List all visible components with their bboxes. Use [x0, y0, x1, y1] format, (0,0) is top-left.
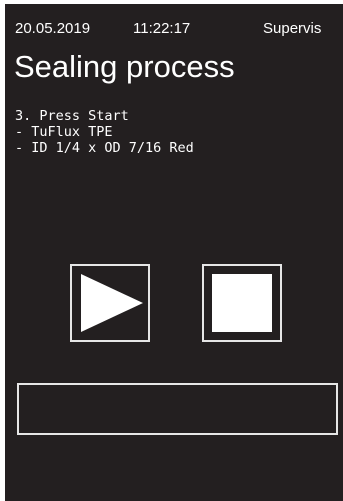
instruction-tubing-type: - TuFlux TPE — [15, 124, 113, 140]
play-icon — [81, 274, 143, 332]
status-date: 20.05.2019 — [15, 20, 91, 37]
instruction-list: 3. Press Start - TuFlux TPE - ID 1/4 x O… — [15, 108, 194, 156]
start-button[interactable] — [70, 264, 150, 342]
stop-icon — [212, 274, 272, 332]
display-screen: 20.05.2019 11:22:17 Supervis Sealing pro… — [5, 4, 343, 501]
progress-bar — [17, 383, 338, 435]
instruction-step: 3. Press Start — [15, 108, 129, 124]
status-time: 11:22:17 — [133, 20, 191, 37]
stop-button[interactable] — [202, 264, 282, 342]
status-user-level: Supervis — [263, 20, 322, 37]
instruction-tubing-size: - ID 1/4 x OD 7/16 Red — [15, 140, 194, 156]
status-bar: 20.05.2019 11:22:17 Supervis — [15, 19, 343, 39]
page-title: Sealing process — [14, 49, 235, 84]
